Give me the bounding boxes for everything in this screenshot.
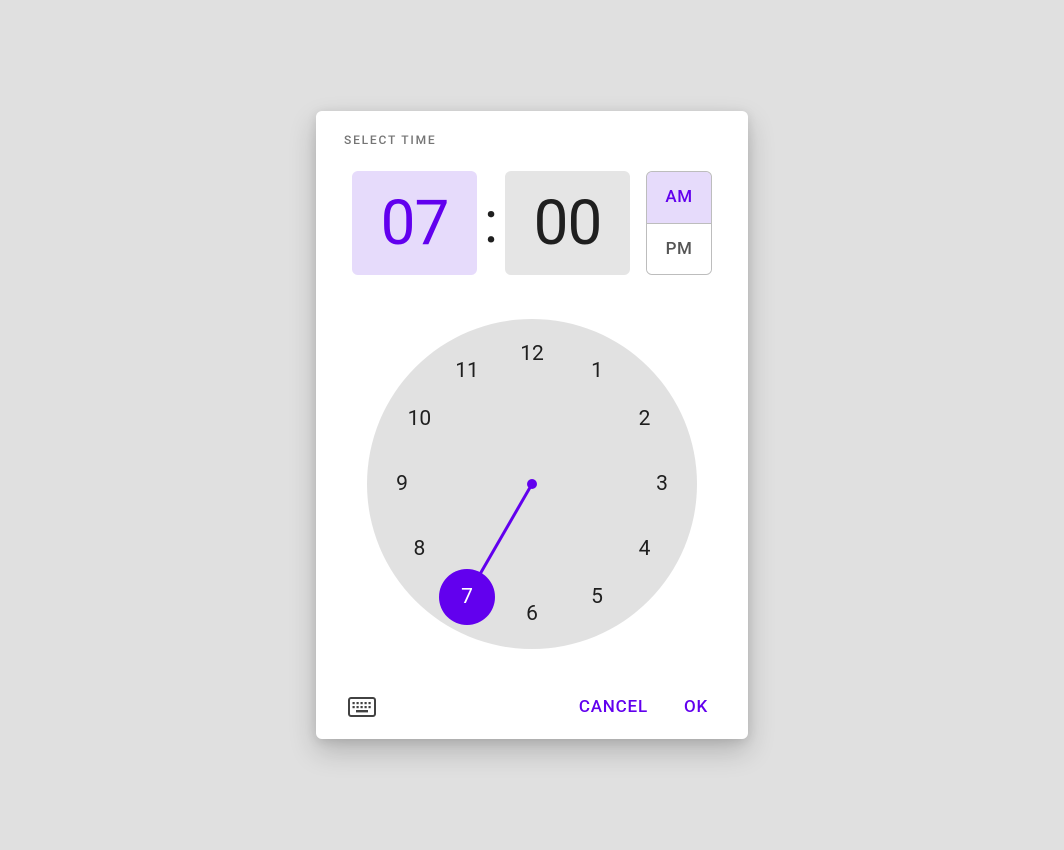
keyboard-icon[interactable] (344, 693, 380, 721)
dialog-title: SELECT TIME (344, 133, 720, 147)
clock-hour-9[interactable]: 9 (382, 464, 422, 504)
time-separator: : (477, 171, 505, 275)
clock-hour-6[interactable]: 6 (512, 594, 552, 634)
am-button[interactable]: AM (647, 172, 711, 224)
clock-hour-11[interactable]: 11 (447, 351, 487, 391)
dialog-actions: CANCEL OK (344, 689, 720, 725)
clock-hour-5[interactable]: 5 (577, 577, 617, 617)
clock-face[interactable]: 12 12 3 45678 9 1011 (367, 319, 697, 649)
clock-pivot (527, 479, 537, 489)
clock-hour-1[interactable]: 1 (577, 351, 617, 391)
clock-hour-7[interactable]: 7 (447, 577, 487, 617)
clock-hour-8[interactable]: 8 (399, 529, 439, 569)
clock-hour-2[interactable]: 2 (625, 399, 665, 439)
ampm-toggle: AM PM (646, 171, 712, 275)
clock-hour-10[interactable]: 10 (399, 399, 439, 439)
time-display-row: 07 : 00 AM PM (344, 171, 720, 275)
hour-field[interactable]: 07 (352, 171, 477, 275)
time-picker-dialog: SELECT TIME 07 : 00 AM PM 12 12 3 45678 9 101… (316, 111, 748, 739)
cancel-button[interactable]: CANCEL (567, 689, 660, 725)
clock-hour-4[interactable]: 4 (625, 529, 665, 569)
minute-field[interactable]: 00 (505, 171, 630, 275)
clock-hour-3[interactable]: 3 (642, 464, 682, 504)
pm-button[interactable]: PM (647, 224, 711, 275)
ok-button[interactable]: OK (672, 689, 720, 725)
clock-hour-12[interactable]: 12 (512, 334, 552, 374)
